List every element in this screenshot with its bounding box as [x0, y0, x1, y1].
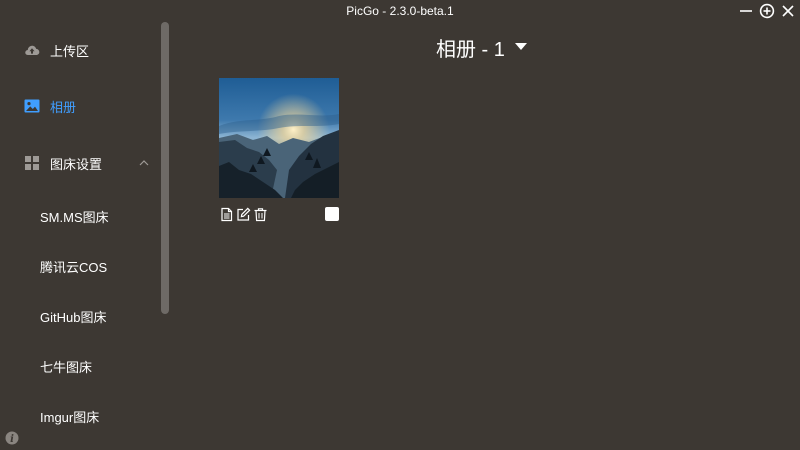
- sidebar-item-github[interactable]: GitHub图床: [0, 296, 160, 336]
- sidebar-scrollbar[interactable]: [161, 22, 169, 314]
- sidebar-item-label: 腾讯云COS: [40, 259, 108, 275]
- sidebar-item-smms[interactable]: SM.MS图床: [0, 196, 160, 236]
- title-bar: PicGo - 2.3.0-beta.1: [0, 0, 800, 22]
- mountain-sunset-photo: [219, 78, 339, 198]
- sidebar-item-label: 相册: [50, 99, 77, 115]
- plus-circle-icon[interactable]: [759, 3, 775, 19]
- cloud-upload-icon: [25, 45, 40, 55]
- sidebar-item-gallery[interactable]: 相册: [0, 86, 160, 126]
- window-title: PicGo - 2.3.0-beta.1: [346, 4, 454, 18]
- gallery-title-dropdown[interactable]: 相册 - 1: [436, 34, 527, 61]
- sidebar-item-picbed-settings[interactable]: 图床设置: [0, 143, 160, 183]
- sidebar-item-qiniu[interactable]: 七牛图床: [0, 346, 160, 386]
- sidebar-item-label: 上传区: [50, 43, 90, 59]
- minimize-icon[interactable]: [738, 3, 754, 19]
- image-select-checkbox[interactable]: [325, 207, 339, 221]
- image-icon: [24, 99, 40, 113]
- trash-icon[interactable]: [253, 207, 268, 222]
- sidebar-item-tencent-cos[interactable]: 腾讯云COS: [0, 246, 160, 286]
- sidebar-item-label: Imgur图床: [40, 409, 100, 425]
- sidebar-item-upload[interactable]: 上传区: [0, 30, 160, 70]
- sidebar-item-label: GitHub图床: [40, 309, 107, 325]
- chevron-up-icon[interactable]: [138, 157, 150, 169]
- sidebar-item-label: SM.MS图床: [40, 209, 109, 225]
- gallery-image-thumbnail[interactable]: [219, 78, 339, 198]
- picgo-app: PicGo - 2.3.0-beta.1 上传区 相册 图床设置 SM.MS图床…: [0, 0, 800, 450]
- page-title: 相册 - 1: [436, 38, 505, 61]
- svg-text:i: i: [10, 434, 14, 445]
- grid-icon: [25, 156, 39, 170]
- document-icon[interactable]: [219, 207, 234, 222]
- sidebar: 上传区 相册 图床设置 SM.MS图床 腾讯云COS GitHub图床 七牛图床…: [0, 22, 170, 450]
- sidebar-item-label: 七牛图床: [40, 359, 93, 375]
- edit-icon[interactable]: [236, 207, 251, 222]
- sidebar-item-label: 图床设置: [50, 156, 103, 172]
- info-icon[interactable]: i: [5, 431, 19, 445]
- caret-down-icon: [514, 43, 527, 50]
- sidebar-item-imgur[interactable]: Imgur图床: [0, 396, 160, 436]
- close-icon[interactable]: [780, 3, 796, 19]
- image-card-toolbar: [219, 206, 270, 222]
